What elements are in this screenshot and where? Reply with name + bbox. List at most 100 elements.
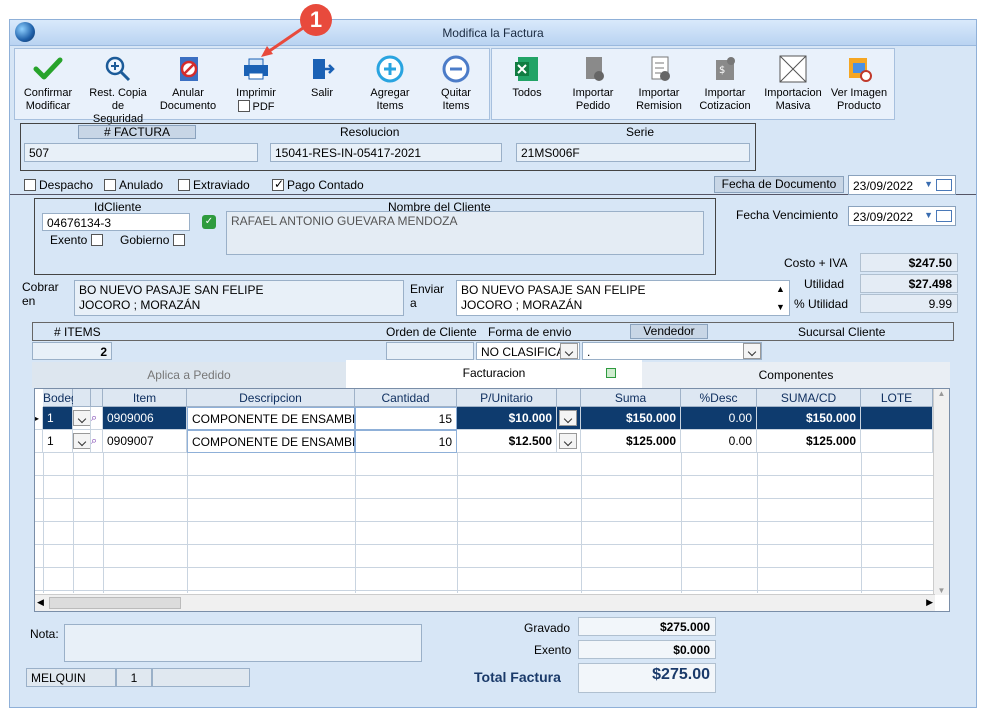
enviar-scroll-up-icon[interactable]: ▲: [776, 284, 785, 294]
chevron-down-icon[interactable]: [559, 433, 577, 449]
serie-field[interactable]: 21MS006F: [516, 143, 750, 162]
vendedor-dropdown-icon[interactable]: [743, 343, 761, 359]
mass-import-icon: [779, 55, 807, 83]
despacho-checkbox[interactable]: Despacho: [24, 178, 93, 192]
chevron-down-icon[interactable]: [73, 410, 90, 426]
vertical-scrollbar[interactable]: ▲ ▼: [933, 389, 949, 595]
quitar-items-button[interactable]: Quitar Items: [425, 49, 487, 117]
scroll-up-icon[interactable]: ▲: [934, 389, 949, 398]
cell-price-dropdown[interactable]: [557, 407, 581, 430]
forma-envio-dropdown-icon[interactable]: [560, 343, 578, 359]
cell-desc[interactable]: 0.00: [681, 407, 757, 430]
nombre-cliente-field[interactable]: RAFAEL ANTONIO GUEVARA MENDOZA: [226, 211, 704, 255]
resolucion-label: Resolucion: [340, 125, 400, 139]
cell-bodega[interactable]: 1: [43, 430, 73, 453]
tab-componentes[interactable]: Componentes: [642, 362, 950, 388]
cell-bodega-dropdown[interactable]: [73, 430, 91, 453]
idcliente-field[interactable]: 04676134-3: [42, 213, 190, 231]
cell-item[interactable]: 0909006: [103, 407, 187, 430]
importar-cotizacion-button[interactable]: $ Importar Cotizacion: [694, 49, 756, 117]
chevron-down-icon[interactable]: [73, 433, 90, 449]
cell-cantidad[interactable]: 15: [355, 407, 457, 430]
resolucion-field[interactable]: 15041-RES-IN-05417-2021: [270, 143, 502, 162]
exento-checkbox[interactable]: Exento: [50, 233, 106, 247]
extraviado-checkbox[interactable]: Extraviado: [178, 178, 250, 192]
exento-total-label: Exento: [534, 643, 572, 657]
divider: [10, 194, 976, 195]
utilidad-label: Utilidad: [804, 277, 845, 291]
tab-aplica-pedido[interactable]: Aplica a Pedido: [32, 362, 346, 388]
toolbar-import: Todos Importar Pedido Importar Remision …: [491, 48, 895, 120]
anulado-check[interactable]: [104, 179, 116, 191]
vendedor-select[interactable]: .: [582, 342, 762, 360]
anular-documento-button[interactable]: Anular Documento: [157, 49, 219, 117]
window-title: Modifica la Factura: [442, 26, 544, 40]
scroll-right-icon[interactable]: ▶: [926, 597, 933, 608]
restore-backup-button[interactable]: Rest. Copia de Seguridad: [87, 49, 149, 125]
importacion-masiva-button[interactable]: Importacion Masiva: [762, 49, 824, 117]
table-row[interactable]: 1 ⌕ 0909007 COMPONENTE DE ENSAMBL 10 $12…: [35, 430, 949, 453]
enviar-label: Enviar a: [410, 282, 445, 310]
tab-facturacion[interactable]: Facturacion: [346, 360, 642, 388]
anulado-checkbox[interactable]: Anulado: [104, 178, 163, 192]
empty-col-lines: [35, 453, 933, 593]
gravado-label: Gravado: [524, 621, 571, 635]
fecha-vencimiento-picker[interactable]: 23/09/2022 ▼: [848, 206, 956, 226]
cliente-verified-icon: ✓: [202, 215, 216, 229]
scroll-down-icon[interactable]: ▼: [934, 586, 949, 595]
importar-pedido-button[interactable]: Importar Pedido: [562, 49, 624, 117]
col-blank-2: [91, 389, 103, 407]
gobierno-checkbox[interactable]: Gobierno: [120, 233, 188, 247]
pdf-checkbox[interactable]: [237, 100, 250, 112]
cell-bodega[interactable]: 1: [43, 407, 73, 430]
exento-check[interactable]: [90, 234, 103, 246]
nota-field[interactable]: [64, 624, 422, 662]
calendar-icon[interactable]: [936, 210, 952, 222]
cell-search[interactable]: ⌕: [91, 407, 103, 430]
cell-punitario[interactable]: $12.500: [457, 430, 557, 453]
horizontal-scrollbar[interactable]: ◀ ▶: [35, 594, 935, 611]
fecha-vencimiento-label: Fecha Vencimiento: [736, 208, 839, 222]
cell-lote[interactable]: [861, 430, 933, 453]
cell-item[interactable]: 0909007: [103, 430, 187, 453]
cell-search[interactable]: ⌕: [91, 430, 103, 453]
cell-descripcion[interactable]: COMPONENTE DE ENSAMBL: [187, 407, 355, 430]
fecha-documento-picker[interactable]: 23/09/2022 ▼: [848, 175, 956, 195]
annotation-arrow-icon: [261, 26, 304, 57]
cell-bodega-dropdown[interactable]: [73, 407, 91, 430]
import-remision-icon: [651, 56, 670, 81]
cell-price-dropdown[interactable]: [557, 430, 581, 453]
enviar-address-field[interactable]: BO NUEVO PASAJE SAN FELIPE JOCORO ; MORA…: [456, 280, 790, 316]
cobrar-address-field[interactable]: BO NUEVO PASAJE SAN FELIPE JOCORO ; MORA…: [74, 280, 404, 316]
extraviado-check[interactable]: [178, 179, 190, 191]
orden-cliente-field[interactable]: [386, 342, 474, 360]
cell-lote[interactable]: [861, 407, 933, 430]
chevron-down-icon[interactable]: [559, 410, 577, 426]
items-grid: Bodega Item Descripcion Cantidad P/Unita…: [34, 388, 950, 612]
gobierno-check[interactable]: [172, 234, 185, 246]
agregar-items-button[interactable]: Agregar Items: [359, 49, 421, 117]
excel-todos-button[interactable]: Todos: [496, 49, 558, 117]
checkmark-icon: [33, 57, 63, 80]
cobrar-label: Cobrar en: [22, 280, 59, 308]
ver-imagen-producto-button[interactable]: Ver Imagen Producto: [828, 49, 890, 117]
despacho-check[interactable]: [24, 179, 36, 191]
confirmar-modificar-button[interactable]: Confirmar Modificar: [17, 49, 79, 117]
factura-number-field[interactable]: 507: [24, 143, 258, 162]
cell-descripcion[interactable]: COMPONENTE DE ENSAMBL: [187, 430, 355, 453]
scroll-thumb[interactable]: [49, 597, 181, 609]
table-row[interactable]: ▸ 1 ⌕ 0909006 COMPONENTE DE ENSAMBL 15 $…: [35, 407, 949, 430]
enviar-scroll-down-icon[interactable]: ▼: [776, 302, 785, 312]
col-lote: LOTE: [861, 389, 933, 407]
cell-cantidad[interactable]: 10: [355, 430, 457, 453]
calendar-icon[interactable]: [936, 179, 952, 191]
cell-sumacd: $125.000: [757, 430, 861, 453]
scroll-left-icon[interactable]: ◀: [37, 597, 44, 608]
importar-remision-button[interactable]: Importar Remision: [628, 49, 690, 117]
items-count-field: 2: [32, 342, 112, 360]
cell-desc[interactable]: 0.00: [681, 430, 757, 453]
pago-contado-checkbox[interactable]: Pago Contado: [272, 177, 364, 192]
utilidad-value: $27.498: [860, 274, 958, 293]
pago-contado-check[interactable]: [272, 177, 284, 191]
cell-punitario[interactable]: $10.000: [457, 407, 557, 430]
